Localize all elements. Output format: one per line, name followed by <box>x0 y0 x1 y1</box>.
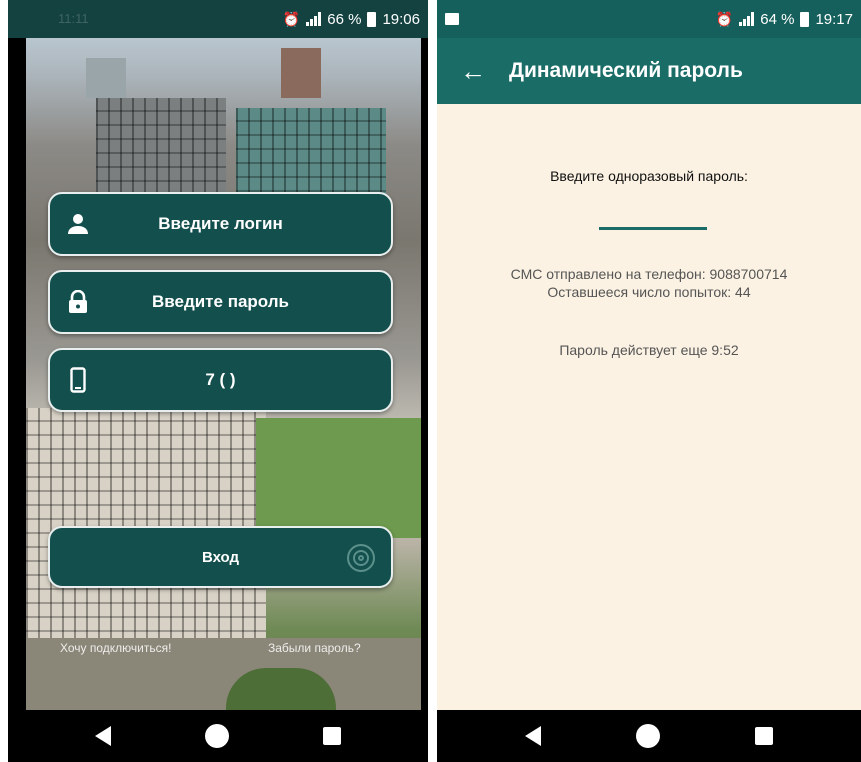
clock: 19:06 <box>382 10 420 28</box>
phone-label: 7 ( ) <box>205 370 236 389</box>
navigation-bar <box>8 710 428 762</box>
otp-prompt: Введите одноразовый пароль: <box>550 168 748 184</box>
recent-apps-icon[interactable] <box>323 727 341 745</box>
person-icon <box>50 213 106 235</box>
screen-edge <box>421 38 428 710</box>
sms-sent-text: СМС отправлено на телефон: 9088700714 <box>510 266 788 282</box>
alarm-icon: ⏰ <box>715 10 734 27</box>
screen-edge <box>8 38 26 710</box>
clock: 19:17 <box>815 10 853 28</box>
phone-field[interactable]: 7 ( ) <box>48 348 393 412</box>
login-screen: 11:11 ⏰ 66 % 19:06 Введите логин Введите… <box>8 0 428 762</box>
alarm-icon: ⏰ <box>282 10 301 27</box>
battery-icon <box>800 11 810 27</box>
attempts-text: Оставшееся число попыток: 44 <box>547 284 751 300</box>
lock-icon <box>50 290 106 314</box>
navigation-bar <box>437 710 861 762</box>
connect-link[interactable]: Хочу подключиться! <box>60 641 171 655</box>
signal-icon <box>739 12 755 26</box>
page-title: Динамический пароль <box>509 59 743 82</box>
image-notification-icon <box>445 13 459 25</box>
battery-percent: 64 % <box>760 10 795 28</box>
back-arrow-icon[interactable]: ← <box>437 56 509 87</box>
otp-screen: ⏰ 64 % 19:17 ← Динамический пароль Введи… <box>437 0 861 762</box>
status-bar: ⏰ 64 % 19:17 <box>437 0 861 38</box>
password-label: Введите пароль <box>151 292 290 311</box>
phone-icon <box>50 367 106 393</box>
password-field[interactable]: Введите пароль <box>48 270 393 334</box>
battery-percent: 66 % <box>327 10 362 28</box>
status-bar: 11:11 ⏰ 66 % 19:06 <box>8 0 428 38</box>
validity-timer: Пароль действует еще 9:52 <box>559 342 739 358</box>
login-field[interactable]: Введите логин <box>48 192 393 256</box>
login-label: Введите логин <box>158 214 283 233</box>
home-nav-icon[interactable] <box>635 724 660 748</box>
back-nav-icon[interactable] <box>524 726 541 746</box>
fingerprint-icon[interactable] <box>347 544 375 572</box>
app-bar: ← Динамический пароль <box>437 38 861 104</box>
signal-icon <box>306 12 322 26</box>
back-nav-icon[interactable] <box>95 726 111 746</box>
recent-apps-icon[interactable] <box>755 727 774 745</box>
enter-button[interactable]: Вход <box>48 526 393 588</box>
otp-content: Введите одноразовый пароль: СМС отправле… <box>437 104 861 710</box>
home-nav-icon[interactable] <box>205 724 229 748</box>
otp-input[interactable] <box>599 227 707 230</box>
battery-icon <box>367 11 377 27</box>
forgot-password-link[interactable]: Забыли пароль? <box>268 641 361 655</box>
background-clock: 11:11 <box>58 11 89 26</box>
